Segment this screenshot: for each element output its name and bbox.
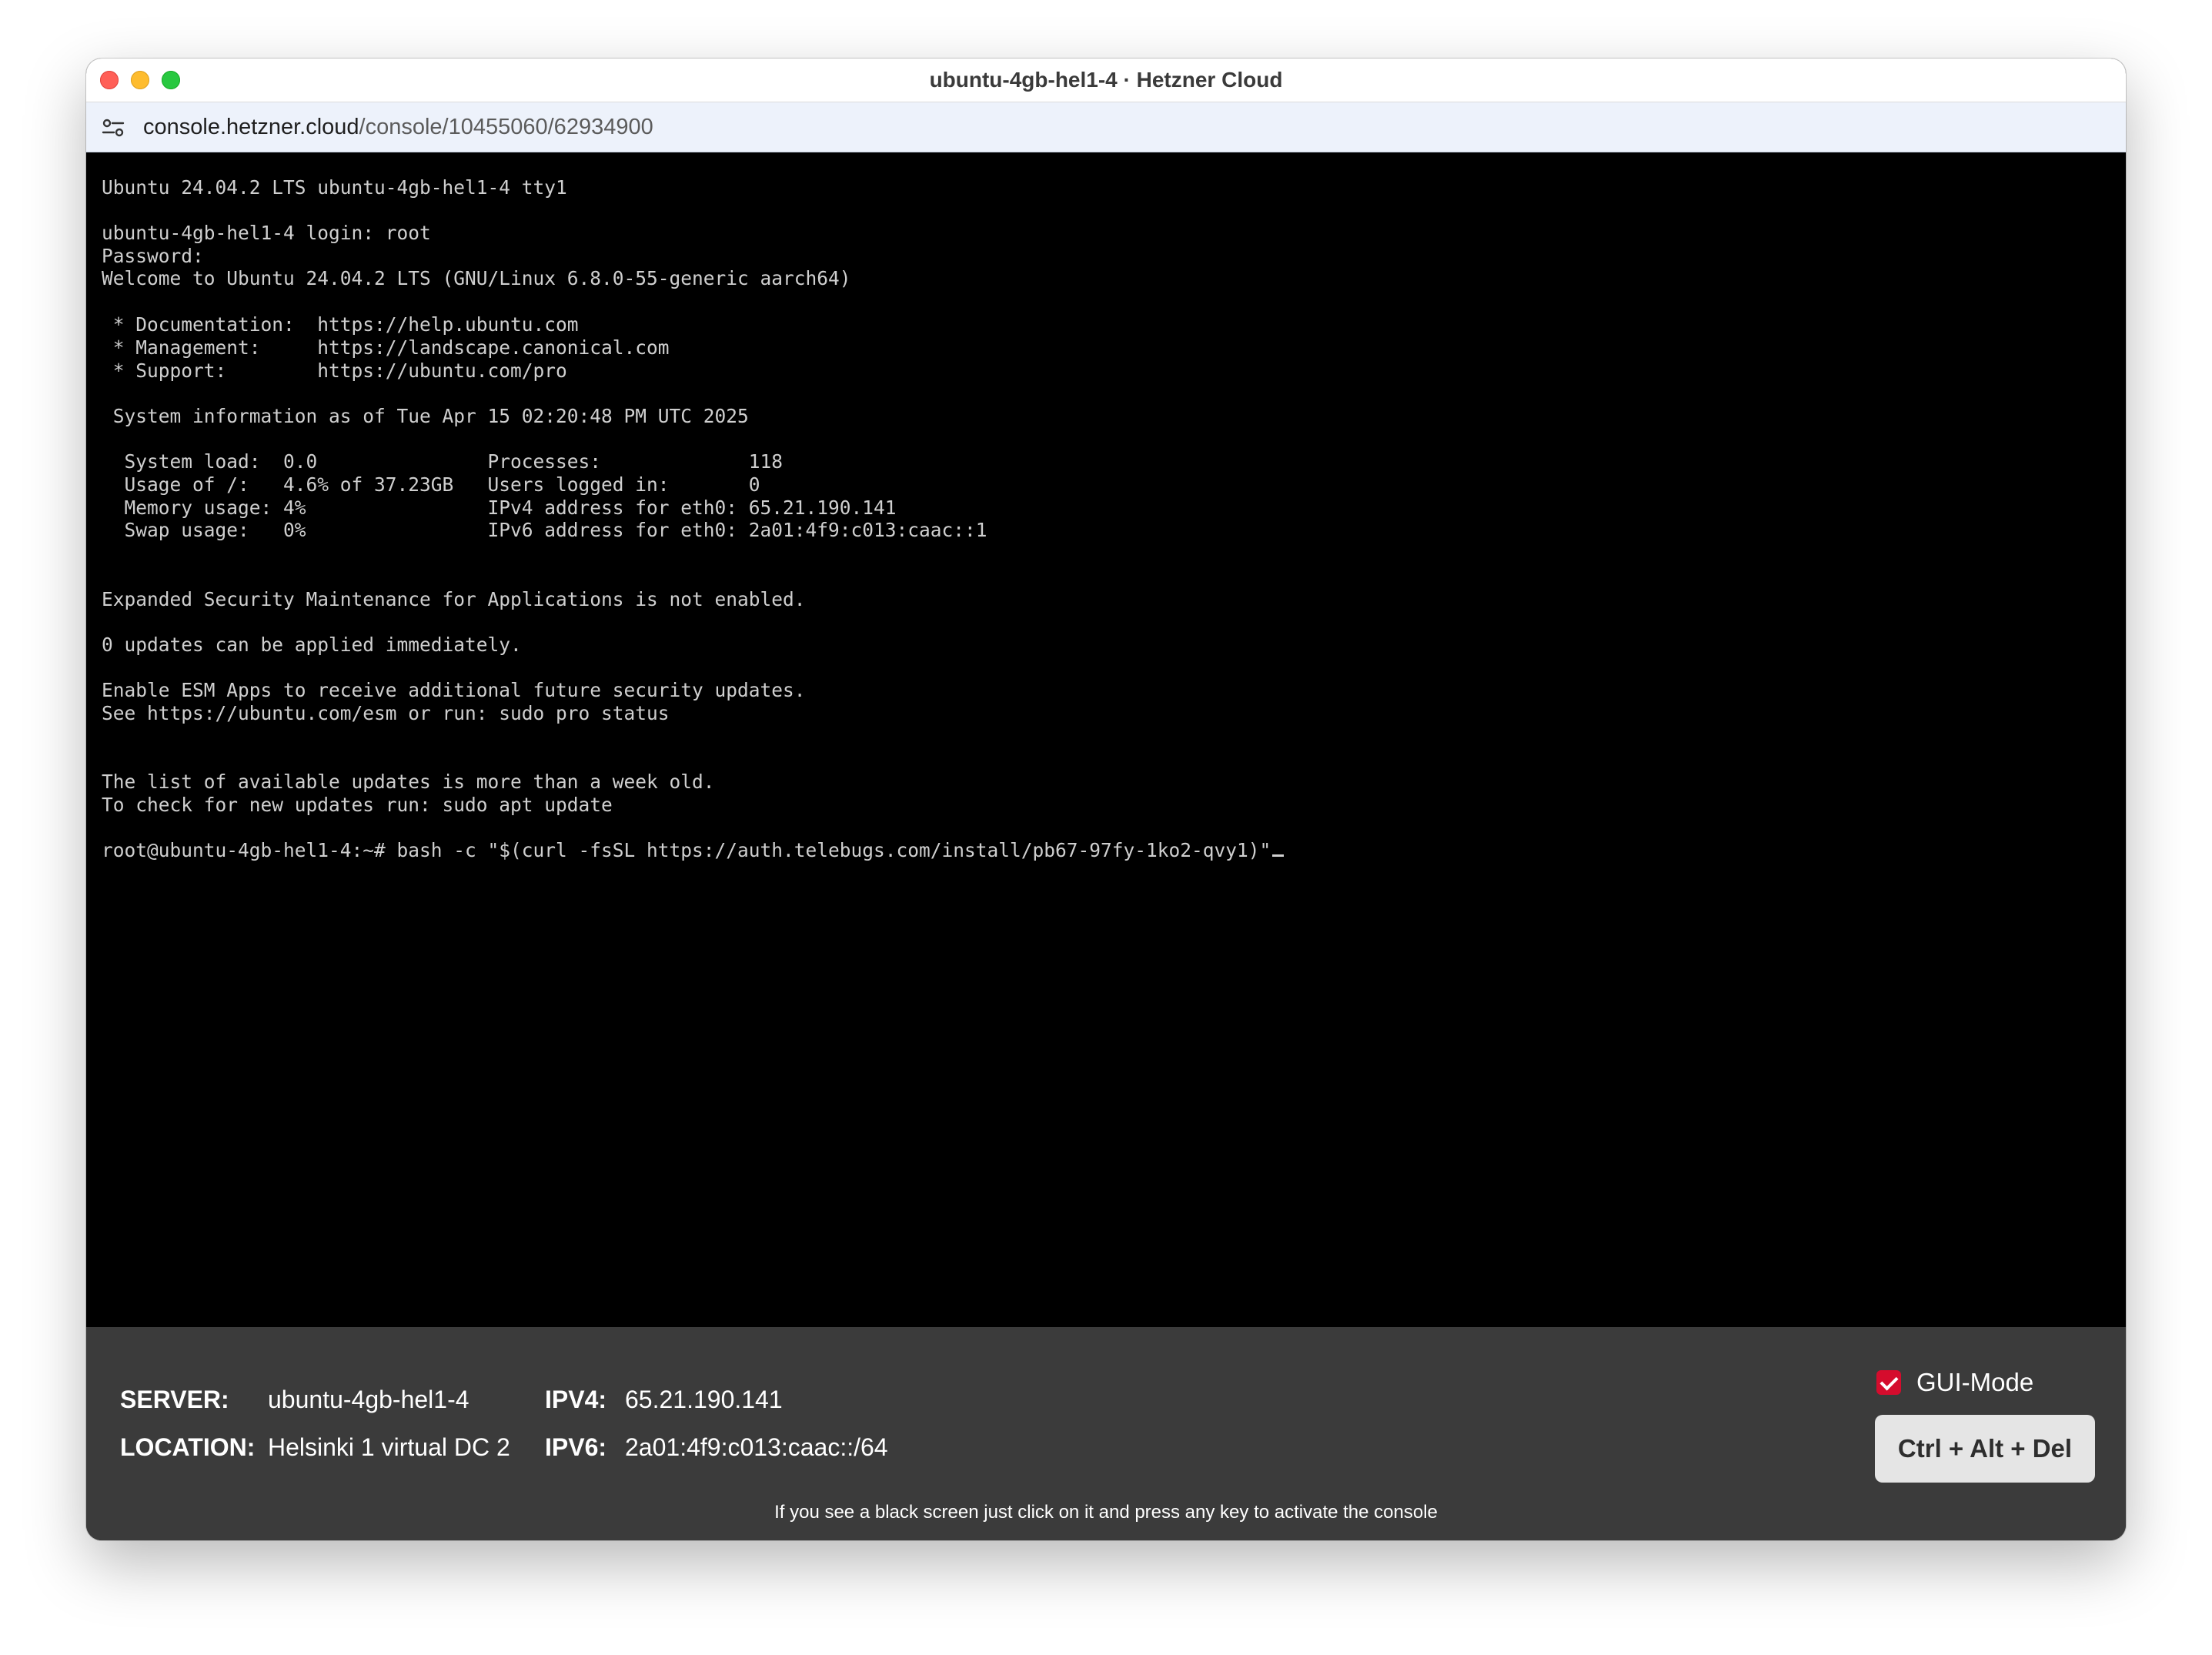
terminal-line: System information as of Tue Apr 15 02:2…: [102, 405, 749, 427]
console-hint: If you see a black screen just click on …: [774, 1502, 1438, 1523]
terminal-prompt-line: root@ubuntu-4gb-hel1-4:~# bash -c "$(cur…: [102, 839, 1285, 862]
terminal-line: Expanded Security Maintenance for Applic…: [102, 588, 806, 610]
terminal-line: * Support: https://ubuntu.com/pro: [102, 359, 567, 382]
terminal-line: Enable ESM Apps to receive additional fu…: [102, 679, 806, 701]
console-terminal[interactable]: Ubuntu 24.04.2 LTS ubuntu-4gb-hel1-4 tty…: [86, 152, 2126, 1327]
terminal-line: * Management: https://landscape.canonica…: [102, 336, 670, 359]
server-info-bar: SERVER: ubuntu-4gb-hel1-4 LOCATION: Hels…: [86, 1327, 2126, 1540]
server-value: ubuntu-4gb-hel1-4: [268, 1386, 469, 1413]
address-bar[interactable]: console.hetzner.cloud/console/10455060/6…: [86, 102, 2126, 152]
site-settings-icon[interactable]: [102, 118, 125, 138]
location-value: Helsinki 1 virtual DC 2: [268, 1433, 510, 1461]
terminal-command: root@ubuntu-4gb-hel1-4:~# bash -c "$(cur…: [102, 839, 1271, 861]
terminal-line: See https://ubuntu.com/esm or run: sudo …: [102, 702, 670, 724]
gui-mode-checkbox[interactable]: [1876, 1370, 1901, 1395]
terminal-line: Welcome to Ubuntu 24.04.2 LTS (GNU/Linux…: [102, 267, 851, 289]
ipv6-label: IPV6:: [545, 1433, 607, 1461]
ctrl-alt-del-button[interactable]: Ctrl + Alt + Del: [1875, 1415, 2095, 1483]
url-path: /console/10455060/62934900: [359, 115, 653, 139]
title-bar: ubuntu-4gb-hel1-4 · Hetzner Cloud: [86, 59, 2126, 102]
terminal-line: System load: 0.0 Processes: 118: [102, 450, 784, 473]
terminal-line: 0 updates can be applied immediately.: [102, 634, 522, 656]
terminal-line: The list of available updates is more th…: [102, 771, 715, 793]
terminal-line: Ubuntu 24.04.2 LTS ubuntu-4gb-hel1-4 tty…: [102, 176, 567, 199]
gui-mode-label: GUI-Mode: [1916, 1368, 2034, 1396]
location-label: LOCATION:: [120, 1433, 256, 1461]
ipv6-value: 2a01:4f9:c013:caac::/64: [625, 1433, 888, 1461]
terminal-line: To check for new updates run: sudo apt u…: [102, 794, 613, 816]
gui-mode-toggle[interactable]: GUI-Mode: [1876, 1367, 2033, 1398]
terminal-line: * Documentation: https://help.ubuntu.com: [102, 313, 579, 336]
terminal-line: Swap usage: 0% IPv6 address for eth0: 2a…: [102, 519, 987, 541]
terminal-line: Password:: [102, 245, 204, 267]
url-host: console.hetzner.cloud: [143, 115, 359, 139]
terminal-line: Usage of /: 4.6% of 37.23GB Users logged…: [102, 473, 760, 496]
terminal-line: ubuntu-4gb-hel1-4 login: root: [102, 222, 431, 244]
ipv4-label: IPV4:: [545, 1386, 607, 1413]
browser-window: ubuntu-4gb-hel1-4 · Hetzner Cloud consol…: [86, 59, 2126, 1540]
terminal-line: Memory usage: 4% IPv4 address for eth0: …: [102, 496, 897, 519]
ipv4-value: 65.21.190.141: [625, 1386, 783, 1413]
server-label: SERVER:: [120, 1386, 229, 1413]
url-text[interactable]: console.hetzner.cloud/console/10455060/6…: [143, 102, 653, 152]
window-title: ubuntu-4gb-hel1-4 · Hetzner Cloud: [929, 68, 1283, 92]
terminal-cursor: [1272, 854, 1285, 857]
